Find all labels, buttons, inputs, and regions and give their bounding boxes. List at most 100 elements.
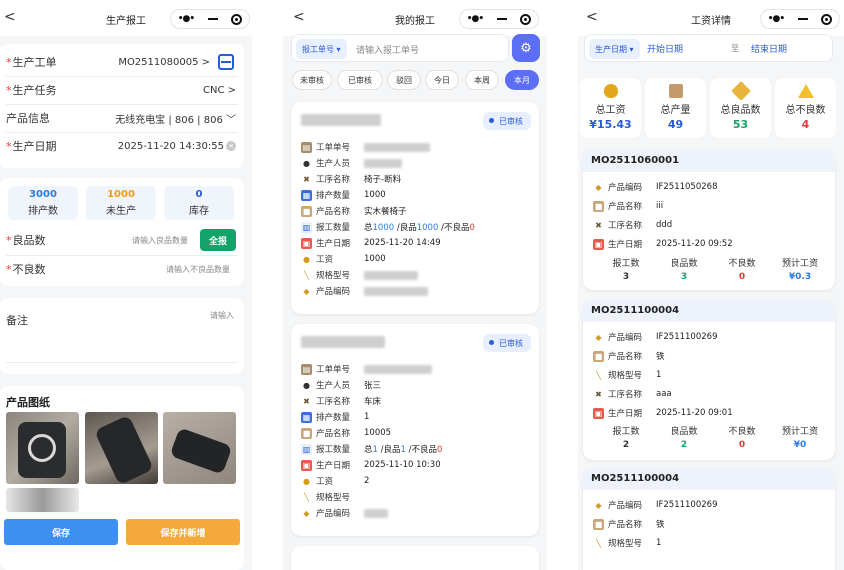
drawing-image-3[interactable] bbox=[163, 412, 236, 484]
ruler-icon: ╲ bbox=[596, 538, 601, 548]
redacted-title bbox=[301, 336, 385, 348]
tag-icon bbox=[730, 81, 751, 101]
record-order-no: MO2511100004 bbox=[583, 468, 835, 490]
report-search-bar: 报工单号 ▾ 请输入报工单号 bbox=[291, 34, 509, 62]
tag-icon: ◆ bbox=[595, 182, 602, 192]
bar-chart-icon: ▥ bbox=[301, 443, 312, 455]
tools-icon: ✖ bbox=[595, 220, 602, 230]
nav-bar: < 生产报工 •●• bbox=[0, 0, 252, 36]
quantity-card: 3000 排产数 1000 未生产 0 库存 *良品数 请输入良品数量 全报 *… bbox=[0, 178, 244, 286]
drawing-image-1[interactable] bbox=[6, 412, 79, 484]
wage-record-card[interactable]: MO2511100004 ◆ 产品编码 IF2511100269 ■ 产品名称 … bbox=[583, 300, 835, 460]
more-icon[interactable]: •●• bbox=[768, 14, 785, 24]
minimize-icon[interactable] bbox=[496, 18, 507, 20]
tag-icon: ◆ bbox=[595, 500, 602, 510]
nav-bar: < 工资详情 •●• bbox=[578, 0, 844, 36]
redacted-title bbox=[301, 114, 381, 126]
minimize-icon[interactable] bbox=[207, 18, 218, 20]
filter-chip-rejected[interactable]: 驳回 bbox=[387, 70, 421, 90]
remark-input[interactable]: 请输入 bbox=[210, 310, 234, 321]
field-product[interactable]: 产品信息 无线充电宝 | 806 | 806 ﹀ bbox=[0, 104, 244, 132]
bar-chart-icon: ▥ bbox=[301, 221, 312, 233]
mini-program-capsule: •●• bbox=[170, 9, 250, 29]
search-type-select[interactable]: 报工单号 ▾ bbox=[296, 39, 347, 59]
bad-qty-input[interactable]: 请输入不良品数量 bbox=[166, 264, 230, 275]
close-target-icon[interactable] bbox=[520, 13, 532, 25]
field-date[interactable]: *生产日期 2025-11-20 14:30:55 × bbox=[0, 132, 244, 160]
report-all-button[interactable]: 全报 bbox=[200, 229, 236, 251]
calendar-icon: ▣ bbox=[301, 237, 312, 249]
summary-total-wage: 总工资 ¥15.43 bbox=[580, 78, 641, 138]
money-bag-icon: ● bbox=[303, 254, 310, 264]
filter-chip-month[interactable]: 本月 bbox=[505, 70, 539, 90]
record-order-no: MO2511060001 bbox=[583, 150, 835, 172]
filter-chip-unreviewed[interactable]: 未审核 bbox=[292, 70, 332, 90]
mini-program-capsule: •●• bbox=[760, 9, 840, 29]
package-icon: ■ bbox=[301, 427, 312, 439]
warning-icon bbox=[797, 84, 814, 98]
report-card[interactable]: 已审核 ▤ 工单单号 ● 生产人员 ✖ 工序名称 椅子-断料 ▦ 排产数量 10… bbox=[291, 102, 539, 314]
gear-icon: ⚙ bbox=[520, 40, 532, 56]
person-icon: ● bbox=[303, 158, 310, 168]
more-icon[interactable]: •●• bbox=[178, 14, 195, 24]
tag-icon: ◆ bbox=[595, 332, 602, 342]
filter-chip-week[interactable]: 本周 bbox=[465, 70, 499, 90]
bad-qty-row: *不良数 请输入不良品数量 bbox=[6, 263, 230, 276]
report-card[interactable] bbox=[291, 546, 539, 570]
minimize-icon[interactable] bbox=[797, 18, 808, 20]
tools-icon: ✖ bbox=[303, 174, 310, 184]
package-icon: ■ bbox=[593, 200, 604, 212]
end-date-input[interactable]: 结束日期 bbox=[751, 42, 787, 55]
package-icon: ■ bbox=[593, 350, 604, 362]
good-qty-input[interactable]: 请输入良品数量 bbox=[132, 235, 188, 246]
calendar-icon: ▣ bbox=[593, 238, 604, 250]
stat-stock: 0 库存 bbox=[164, 186, 234, 220]
grid-icon: ▦ bbox=[301, 411, 312, 423]
more-icon[interactable]: •●• bbox=[467, 14, 484, 24]
package-icon: ■ bbox=[301, 205, 312, 217]
tools-icon: ✖ bbox=[595, 389, 602, 399]
box-icon bbox=[668, 84, 683, 98]
ruler-icon: ╲ bbox=[304, 492, 309, 502]
record-order-no: MO2511100004 bbox=[583, 300, 835, 322]
close-target-icon[interactable] bbox=[231, 13, 243, 25]
ruler-icon: ╲ bbox=[304, 270, 309, 280]
date-type-select[interactable]: 生产日期 ▾ bbox=[589, 39, 640, 59]
production-report-screen: < 生产报工 •●• *生产工单 MO2511080005 > *生产任务 CN… bbox=[0, 0, 252, 570]
order-info-card: *生产工单 MO2511080005 > *生产任务 CNC > 产品信息 无线… bbox=[0, 44, 244, 168]
summary-total-bad: 总不良数 4 bbox=[775, 78, 836, 138]
money-bag-icon bbox=[603, 84, 618, 98]
start-date-input[interactable]: 开始日期 bbox=[647, 42, 683, 55]
status-badge: 已审核 bbox=[483, 334, 531, 352]
report-card[interactable]: 已审核 ▤ 工单单号 ● 生产人员 张三 ✖ 工序名称 车床 ▦ 排产数量 1 … bbox=[291, 324, 539, 536]
tools-icon: ✖ bbox=[303, 396, 310, 406]
wage-record-card[interactable]: MO2511100004 ◆ 产品编码 IF2511100269 ■ 产品名称 … bbox=[583, 468, 835, 570]
field-task[interactable]: *生产任务 CNC > bbox=[0, 76, 244, 104]
good-qty-row: *良品数 请输入良品数量 全报 bbox=[0, 226, 244, 254]
field-order[interactable]: *生产工单 MO2511080005 > bbox=[0, 48, 244, 76]
grid-icon: ▦ bbox=[301, 189, 312, 201]
wage-detail-screen: < 工资详情 •●• 生产日期 ▾ 开始日期 至 结束日期 总工资 ¥15.43… bbox=[578, 0, 844, 570]
ruler-icon: ╲ bbox=[596, 370, 601, 380]
summary-total-output: 总产量 49 bbox=[645, 78, 706, 138]
search-input[interactable]: 请输入报工单号 bbox=[356, 43, 419, 56]
filter-chip-reviewed[interactable]: 已审核 bbox=[337, 70, 383, 90]
drawing-image-2[interactable] bbox=[85, 412, 158, 484]
scan-icon[interactable] bbox=[218, 54, 234, 70]
filter-chip-today[interactable]: 今日 bbox=[425, 70, 459, 90]
save-and-new-button[interactable]: 保存并新增 bbox=[126, 519, 240, 545]
close-target-icon[interactable] bbox=[821, 13, 833, 25]
calendar-icon: ▣ bbox=[593, 407, 604, 419]
drawing-image-4[interactable] bbox=[6, 488, 79, 512]
save-button[interactable]: 保存 bbox=[4, 519, 118, 545]
clipboard-icon: ▤ bbox=[301, 363, 312, 375]
date-range-filter: 生产日期 ▾ 开始日期 至 结束日期 bbox=[584, 34, 833, 62]
tag-icon: ◆ bbox=[303, 508, 310, 518]
wage-record-card[interactable]: MO2511060001 ◆ 产品编码 IF2511050268 ■ 产品名称 … bbox=[583, 150, 835, 290]
clear-icon[interactable]: × bbox=[226, 141, 236, 151]
tag-icon: ◆ bbox=[303, 286, 310, 296]
status-badge: 已审核 bbox=[483, 112, 531, 130]
summary-total-good: 总良品数 53 bbox=[710, 78, 771, 138]
stat-unproduced: 1000 未生产 bbox=[86, 186, 156, 220]
filter-settings-button[interactable]: ⚙ bbox=[512, 34, 540, 62]
